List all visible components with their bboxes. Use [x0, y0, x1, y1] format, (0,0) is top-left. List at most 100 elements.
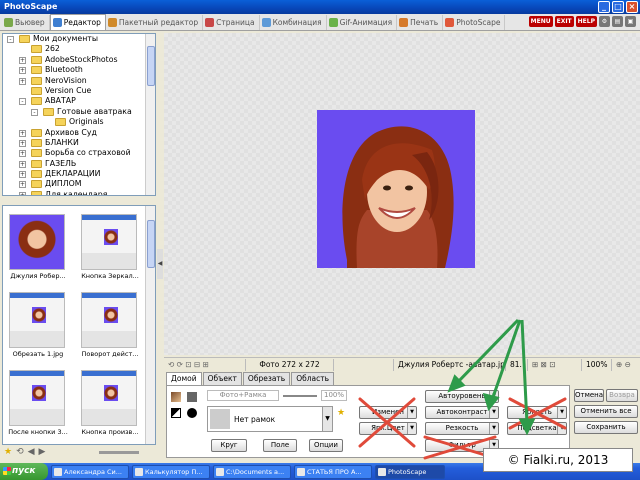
tab-1[interactable]: Редактор	[49, 14, 106, 30]
image-canvas[interactable]	[164, 33, 640, 355]
circle-tool-icon[interactable]	[187, 408, 197, 418]
options-icon[interactable]: ▤	[612, 16, 623, 27]
tree-item[interactable]: Originals	[3, 117, 155, 127]
star-icon[interactable]: ★	[4, 447, 12, 457]
undo-redo-tools[interactable]: ⟲ ⟳ ⊡ ⊟ ⊞	[164, 358, 246, 371]
frame-select[interactable]: Нет рамок ▼	[207, 406, 333, 432]
auto-contrast-button[interactable]: Автоконтраст ▼	[425, 406, 499, 419]
expand-icon[interactable]: +	[19, 139, 26, 147]
exit-button[interactable]: EXIT	[554, 16, 574, 27]
tree-item[interactable]: + ДИПЛОМ	[3, 179, 155, 189]
expand-icon[interactable]: +	[19, 129, 26, 137]
frame-tool-icon[interactable]	[187, 392, 197, 402]
tab-5[interactable]: Gif-Анимация	[327, 15, 398, 30]
tree-item[interactable]: + ДЕКЛАРАЦИИ	[3, 169, 155, 179]
resize-button[interactable]: Изменен ▼	[359, 406, 417, 419]
expand-icon[interactable]: +	[19, 56, 26, 64]
size-slider[interactable]	[99, 450, 140, 454]
tab-home[interactable]: Домой	[166, 372, 202, 385]
options-button[interactable]: Опции	[309, 439, 343, 452]
start-button[interactable]: пуск	[0, 463, 48, 480]
taskbar-item[interactable]: PhotoScape	[375, 464, 445, 479]
thumbnail-item[interactable]: Обрезать 1.jpg	[3, 284, 73, 360]
tab-3[interactable]: Страница	[203, 15, 260, 30]
tab-6[interactable]: Печать	[397, 15, 444, 30]
info-icon[interactable]: ▣	[625, 16, 636, 27]
tab-region[interactable]: Область	[291, 372, 335, 385]
auto-level-button[interactable]: Автоуровень ▼	[425, 390, 499, 403]
tab-object[interactable]: Объект	[202, 372, 242, 385]
tree-item[interactable]: + Архивов Суд	[3, 128, 155, 138]
forward-icon[interactable]: ▶	[39, 447, 46, 457]
bright-color-button[interactable]: Ярк.Цвет ▼	[359, 422, 417, 435]
expand-icon[interactable]: -	[7, 36, 14, 43]
cancel-all-button[interactable]: Отменить все	[574, 405, 638, 418]
photo-tool-icon[interactable]	[171, 392, 181, 402]
maximize-button[interactable]: □	[612, 1, 624, 13]
tree-item[interactable]: + БЛАНКИ	[3, 138, 155, 148]
thumbnail-list[interactable]: Джулия Робер... Кнопка Зеркал... Обрезать …	[2, 205, 156, 445]
rotate-icon[interactable]: ⟲	[16, 447, 24, 457]
field-button[interactable]: Поле	[263, 439, 297, 452]
tree-item[interactable]: + Bluetooth	[3, 65, 155, 75]
thumbnail-item[interactable]: После кнопки 3...	[3, 362, 73, 438]
redo-button[interactable]: Возвра	[606, 389, 638, 402]
tree-item[interactable]: 262	[3, 44, 155, 54]
frame-percent[interactable]: 100%	[321, 390, 347, 401]
tree-scrollbar[interactable]	[145, 34, 155, 195]
cancel-button[interactable]: Отмена	[574, 389, 604, 402]
expand-icon[interactable]: +	[19, 77, 26, 85]
expand-icon[interactable]: +	[19, 150, 26, 158]
tree-item[interactable]: + Борьба со страховой	[3, 148, 155, 158]
backlight-button[interactable]: Подсветка ▼	[507, 422, 567, 435]
frame-slider[interactable]	[283, 395, 317, 397]
expand-icon[interactable]: +	[19, 67, 26, 75]
settings-icon[interactable]: ⚙	[599, 16, 610, 27]
taskbar-item[interactable]: C:\Documents a...	[213, 464, 291, 479]
tab-crop[interactable]: Обрезать	[242, 372, 291, 385]
scrollbar-thumb[interactable]	[147, 220, 155, 268]
tab-7[interactable]: PhotoScape	[443, 15, 506, 30]
tree-item[interactable]: - АВАТАР	[3, 96, 155, 106]
tree-item[interactable]: + ГАЗЕЛЬ	[3, 159, 155, 169]
back-icon[interactable]: ◀	[28, 447, 35, 457]
sharpness-button[interactable]: Резкость ▼	[425, 422, 499, 435]
tree-item[interactable]: - Мои документы	[3, 34, 155, 44]
menu-button[interactable]: MENU	[528, 16, 553, 27]
frame-input[interactable]: Фото+Рамка	[207, 390, 279, 401]
tab-2[interactable]: Пакетный редактор	[106, 15, 204, 30]
tree-item[interactable]: + Для календаря	[3, 190, 155, 195]
expand-icon[interactable]: +	[19, 181, 26, 189]
frame-dropdown-icon[interactable]: ▼	[322, 407, 332, 431]
tree-item[interactable]: + AdobeStockPhotos	[3, 55, 155, 65]
scrollbar-thumb[interactable]	[147, 46, 155, 86]
tree-item[interactable]: + NeroVision	[3, 76, 155, 86]
zoom-tools[interactable]: ⊕ ⊖	[612, 359, 636, 371]
circle-button[interactable]: Круг	[211, 439, 247, 452]
minimize-button[interactable]: _	[598, 1, 610, 13]
tab-4[interactable]: Комбинация	[260, 15, 327, 30]
tree-item[interactable]: - Готовые аватрака	[3, 107, 155, 117]
folder-tree[interactable]: - Мои документы 262 + AdobeStockPhotos + Bluet…	[2, 33, 156, 196]
taskbar-item[interactable]: Александра Си...	[51, 464, 129, 479]
help-button[interactable]: HELP	[575, 16, 597, 27]
collapse-arrow-icon[interactable]: ◀	[157, 249, 163, 279]
tab-0[interactable]: Вьювер	[2, 15, 50, 30]
thumbnail-item[interactable]: Джулия Робер...	[3, 206, 73, 282]
save-button[interactable]: Сохранить	[574, 421, 638, 434]
taskbar-item[interactable]: СТАТЬЯ ПРО А...	[294, 464, 372, 479]
expand-icon[interactable]: +	[19, 191, 26, 195]
thumbnail-item[interactable]: Кнопка Зеркал...	[75, 206, 145, 282]
taskbar-item[interactable]: Калькулятор П...	[132, 464, 210, 479]
close-button[interactable]: ×	[626, 1, 638, 13]
thumbs-scrollbar[interactable]	[145, 206, 155, 444]
expand-icon[interactable]: +	[19, 160, 26, 168]
thumbnail-item[interactable]: Поворот дейст...	[75, 284, 145, 360]
thumbnail-item[interactable]: Кнопка произв...	[75, 362, 145, 438]
view-tools[interactable]: ⊞ ⊠ ⊡	[528, 358, 582, 371]
tree-item[interactable]: Version Cue	[3, 86, 155, 96]
contrast-icon[interactable]	[171, 408, 181, 418]
bloom-button[interactable]: Яркость ▼	[507, 406, 567, 419]
panel-splitter[interactable]: ◀	[157, 33, 163, 445]
favorite-star-icon[interactable]: ★	[337, 408, 345, 418]
